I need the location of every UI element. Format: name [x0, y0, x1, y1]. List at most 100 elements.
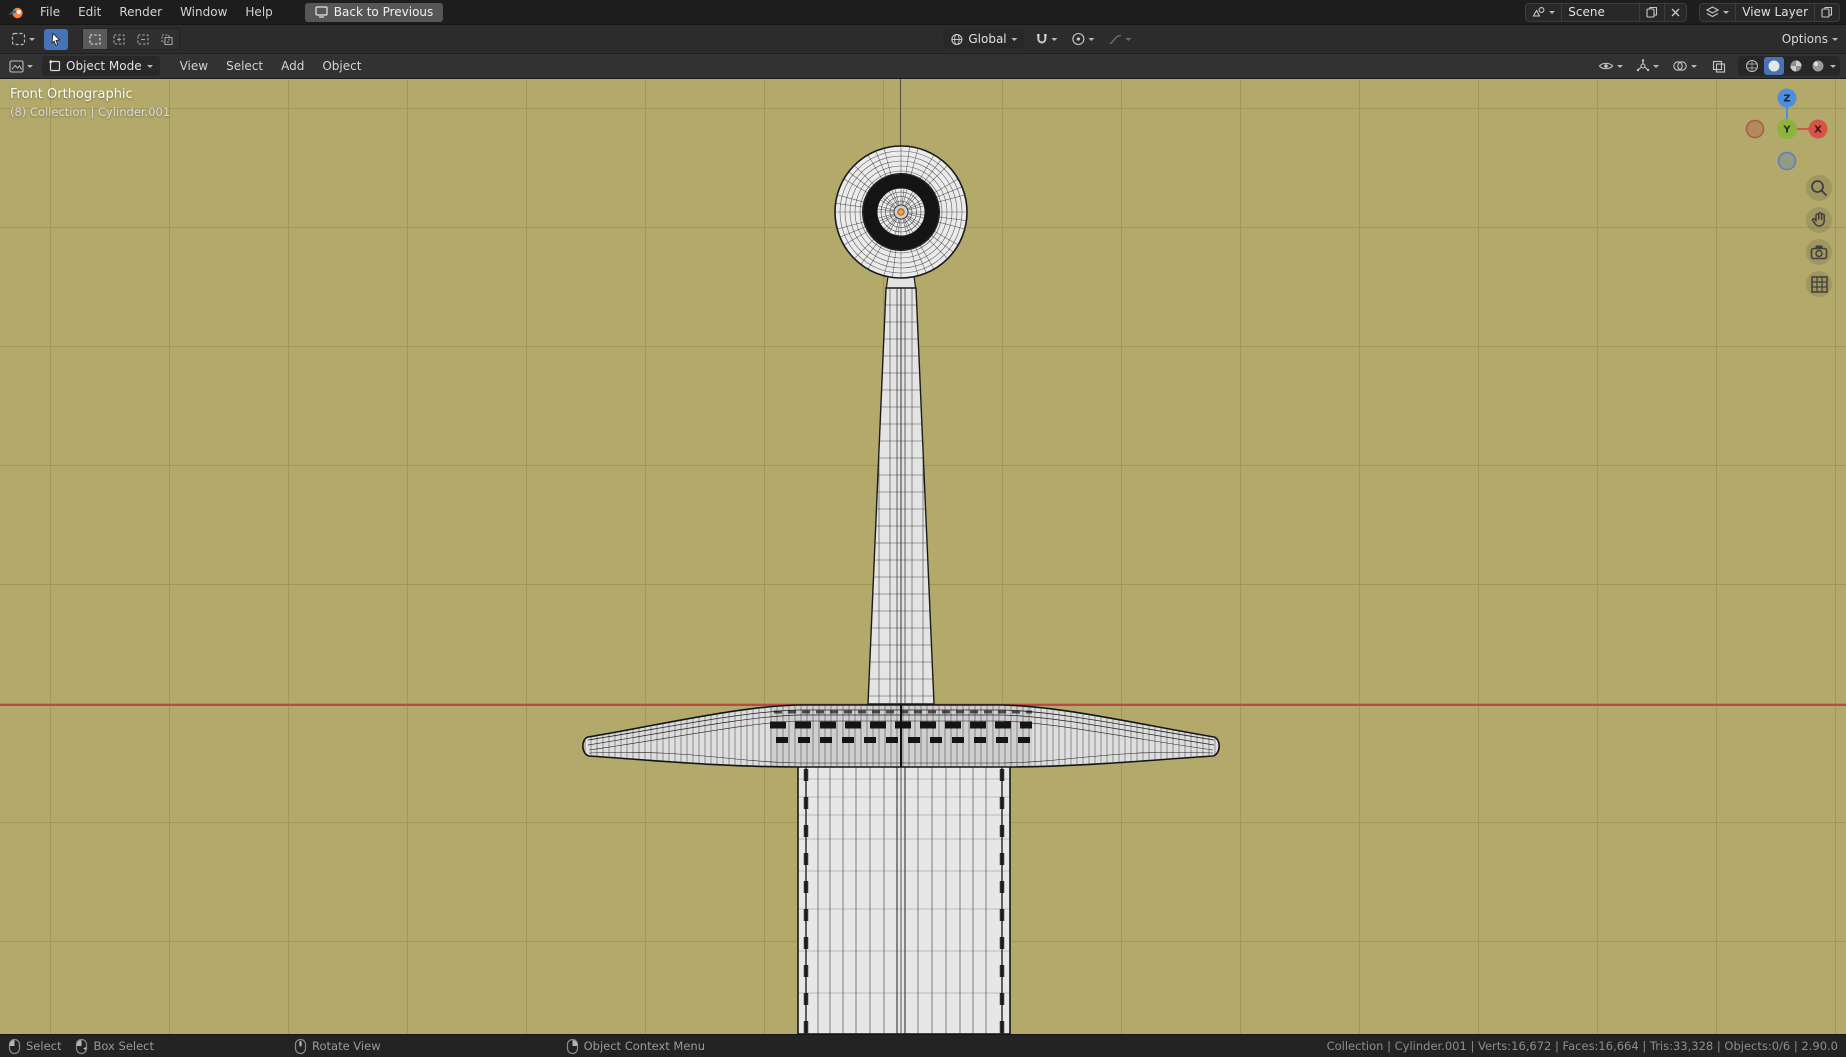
tool-settings-bar: Global Options [0, 25, 1846, 54]
menu-add[interactable]: Add [273, 57, 312, 75]
overlays-icon [1672, 60, 1688, 72]
tool-icon [11, 32, 26, 46]
zoom-button[interactable] [1806, 175, 1832, 201]
proportional-editing-dropdown[interactable] [1069, 29, 1098, 50]
viewport-3d[interactable]: Front Orthographic (8) Collection | Cyli… [0, 79, 1846, 1034]
mouse-right-icon [566, 1038, 578, 1054]
falloff-curve-icon [1109, 33, 1123, 46]
menu-view[interactable]: View [172, 57, 216, 75]
gizmo-z-label: Z [1783, 94, 1790, 105]
scene-selector: Scene [1525, 2, 1688, 22]
new-scene-button[interactable] [1639, 3, 1664, 21]
mouse-middle-icon [294, 1038, 307, 1054]
scene-name-field[interactable]: Scene [1561, 3, 1639, 21]
shading-rendered-button[interactable] [1808, 57, 1828, 75]
shading-wireframe-button[interactable] [1742, 57, 1762, 75]
options-dropdown[interactable]: Options [1782, 32, 1828, 46]
magnifier-icon [1811, 180, 1828, 197]
status-bar: Select Box Select Rotate View Object Con… [0, 1034, 1846, 1057]
navigation-gizmo[interactable]: Z X Y [1744, 83, 1830, 175]
hand-icon [1811, 212, 1825, 227]
select-mode-extend-button[interactable] [107, 29, 131, 49]
sword-model[interactable] [0, 79, 1846, 1034]
close-icon [1671, 8, 1680, 17]
view-layer-name-field[interactable]: View Layer [1735, 3, 1814, 21]
gizmo-minus-z-axis[interactable] [1777, 151, 1797, 171]
select-box-tool-button[interactable] [44, 28, 68, 50]
active-tool-dropdown[interactable] [8, 29, 38, 50]
menu-render[interactable]: Render [111, 3, 170, 21]
menu-select[interactable]: Select [218, 57, 271, 75]
shading-material-button[interactable] [1786, 57, 1806, 75]
view-layer-selector: View Layer [1699, 2, 1840, 22]
transform-orientation-dropdown[interactable]: Global [943, 29, 1025, 49]
select-mode-subtract-button[interactable] [131, 29, 155, 49]
object-mode-icon [49, 60, 61, 72]
chevron-down-icon [1011, 38, 1018, 44]
blender-window: File Edit Render Window Help Back to Pre… [0, 0, 1846, 1057]
select-mode-group [82, 28, 180, 50]
chevron-down-icon [29, 38, 35, 44]
chevron-down-icon [1832, 38, 1838, 44]
copy-icon [1821, 6, 1833, 18]
snap-dropdown[interactable] [1033, 29, 1061, 50]
chevron-down-icon [1125, 38, 1132, 44]
camera-view-button[interactable] [1806, 239, 1832, 265]
editor-3d-viewport-icon [9, 59, 24, 73]
object-origin-dot [897, 208, 905, 216]
select-mode-intersect-button[interactable] [155, 29, 179, 49]
unlink-scene-button[interactable] [1664, 3, 1686, 21]
menu-help[interactable]: Help [237, 3, 280, 21]
chevron-down-icon [1617, 65, 1623, 71]
chevron-down-icon [1653, 65, 1659, 71]
mouse-left-icon [8, 1038, 21, 1054]
gizmo-minus-x-axis[interactable] [1745, 119, 1765, 139]
menu-file[interactable]: File [32, 3, 68, 21]
camera-icon [1810, 245, 1828, 260]
blender-logo-icon [6, 2, 26, 22]
toggle-perspective-button[interactable] [1806, 271, 1832, 297]
chevron-down-icon [1830, 65, 1836, 71]
chevron-down-icon [1723, 11, 1730, 17]
scene-icon [1532, 6, 1545, 18]
proportional-edit-icon [1072, 32, 1086, 46]
mode-dropdown[interactable]: Object Mode [42, 56, 160, 76]
pan-button[interactable] [1806, 207, 1832, 233]
grid-icon [1810, 275, 1828, 293]
layers-icon [1706, 6, 1720, 18]
eye-icon [1598, 60, 1614, 72]
show-gizmo-dropdown[interactable] [1633, 56, 1662, 77]
chevron-down-icon [1549, 11, 1556, 17]
topbar: File Edit Render Window Help Back to Pre… [0, 0, 1846, 25]
gizmo-x-label: X [1814, 125, 1822, 136]
copy-icon [1646, 6, 1658, 18]
back-to-previous-button[interactable]: Back to Previous [304, 2, 444, 22]
select-mode-new-button[interactable] [83, 29, 107, 49]
scene-browse-button[interactable] [1526, 4, 1561, 21]
screen-icon [315, 6, 328, 18]
viewport-shading-group [1738, 56, 1840, 76]
toggle-xray-button[interactable] [1707, 56, 1731, 77]
viewport-nav-buttons [1806, 175, 1832, 297]
menu-object[interactable]: Object [314, 57, 369, 75]
show-overlays-dropdown[interactable] [1669, 56, 1700, 77]
globe-icon [950, 33, 963, 46]
object-visibility-dropdown[interactable] [1595, 56, 1626, 77]
shading-solid-button[interactable] [1764, 57, 1784, 75]
magnet-icon [1036, 32, 1049, 46]
hint-select: Select [8, 1038, 61, 1055]
gizmo-y-label: Y [1782, 125, 1791, 136]
viewport-header: Object Mode View Select Add Object [0, 54, 1846, 79]
menu-edit[interactable]: Edit [70, 3, 109, 21]
new-view-layer-button[interactable] [1814, 3, 1839, 21]
hint-rotate-view: Rotate View [294, 1038, 381, 1055]
mouse-left-drag-icon [76, 1038, 88, 1054]
xray-icon [1712, 60, 1726, 73]
hint-object-context-menu: Object Context Menu [566, 1038, 705, 1055]
menu-window[interactable]: Window [172, 3, 235, 21]
gizmo-icon [1636, 59, 1650, 73]
scene-statistics: Collection | Cylinder.001 | Verts:16,672… [1326, 1039, 1838, 1053]
view-layer-browse-button[interactable] [1700, 4, 1735, 21]
falloff-dropdown[interactable] [1106, 29, 1135, 50]
editor-type-dropdown[interactable] [6, 56, 36, 77]
